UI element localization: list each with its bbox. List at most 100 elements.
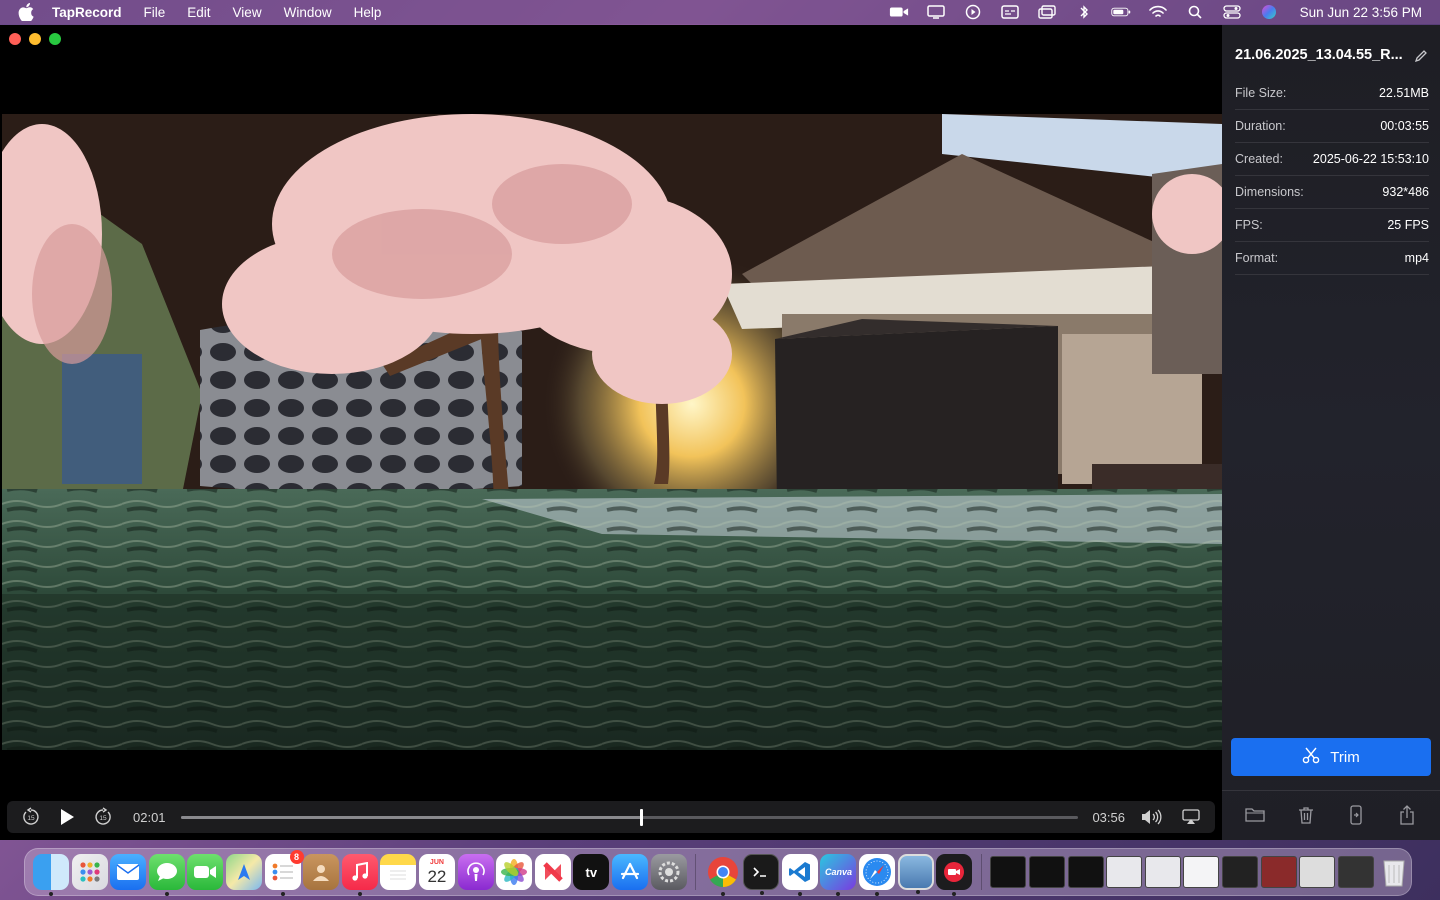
close-window-button[interactable] — [9, 33, 21, 45]
dock-separator — [980, 854, 982, 890]
taprecord-dock-icon[interactable] — [936, 854, 973, 896]
minimized-window-thumbnail[interactable] — [1183, 856, 1220, 888]
share-icon[interactable] — [1395, 803, 1419, 827]
skip-forward-15-button[interactable]: 15 — [91, 805, 115, 829]
play-button[interactable] — [55, 805, 79, 829]
panel-divider — [1222, 790, 1440, 791]
minimize-window-button[interactable] — [29, 33, 41, 45]
info-value: 00:03:55 — [1380, 119, 1429, 133]
notes-icon[interactable] — [380, 854, 417, 890]
control-center-icon[interactable] — [1222, 4, 1242, 20]
airplay-icon[interactable] — [1179, 805, 1203, 829]
app-store-icon[interactable] — [611, 854, 648, 890]
launchpad-icon[interactable] — [71, 854, 108, 890]
video-frame[interactable] — [2, 114, 1222, 750]
scissors-icon — [1302, 746, 1320, 768]
apple-tv-icon[interactable]: tv — [573, 854, 610, 890]
facetime-icon[interactable] — [187, 854, 224, 890]
photos-icon[interactable] — [496, 854, 533, 890]
news-icon[interactable] — [534, 854, 571, 890]
minimized-window-thumbnail[interactable] — [1067, 856, 1104, 888]
canva-label: Canva — [824, 867, 852, 877]
trim-button[interactable]: Trim — [1231, 738, 1431, 776]
video-frame-image — [2, 114, 1222, 750]
info-row-dimensions: Dimensions: 932*486 — [1235, 176, 1429, 209]
podcasts-icon[interactable] — [457, 854, 494, 890]
progress-fill — [181, 815, 642, 819]
reminders-icon[interactable]: 8 — [264, 850, 304, 896]
chrome-icon[interactable] — [705, 854, 741, 896]
preview-icon[interactable] — [897, 854, 934, 894]
panel-actions — [1222, 803, 1440, 827]
info-row-created: Created: 2025-06-22 15:53:10 — [1235, 143, 1429, 176]
maps-icon[interactable] — [225, 854, 262, 890]
appletv-label: tv — [585, 864, 598, 880]
minimized-window-thumbnail[interactable] — [1029, 856, 1066, 888]
fullscreen-window-button[interactable] — [49, 33, 61, 45]
current-time: 02:01 — [133, 809, 166, 825]
trash-icon[interactable] — [1294, 803, 1318, 827]
edit-name-pencil-icon[interactable] — [1412, 47, 1430, 65]
apple-menu-icon[interactable] — [18, 3, 36, 21]
reminders-badge: 8 — [289, 850, 304, 864]
progress-slider[interactable] — [181, 808, 1079, 826]
wifi-icon[interactable] — [1148, 4, 1168, 20]
messages-icon[interactable] — [148, 854, 185, 896]
menu-app-name[interactable]: TapRecord — [52, 5, 122, 20]
dock-separator — [695, 854, 697, 890]
info-row-duration: Duration: 00:03:55 — [1235, 110, 1429, 143]
phone-transfer-icon[interactable] — [1344, 803, 1368, 827]
info-label: FPS: — [1235, 218, 1263, 232]
minimized-window-thumbnail[interactable] — [1299, 856, 1336, 888]
minimized-window-thumbnail[interactable] — [1260, 856, 1297, 888]
folder-icon[interactable] — [1243, 803, 1267, 827]
info-value: 25 FPS — [1387, 218, 1429, 232]
canva-icon[interactable]: Canva — [820, 854, 857, 896]
menu-edit[interactable]: Edit — [187, 5, 210, 20]
menubar-clock[interactable]: Sun Jun 22 3:56 PM — [1300, 5, 1422, 20]
file-info-list: File Size: 22.51MB Duration: 00:03:55 Cr… — [1235, 77, 1429, 275]
menu-view[interactable]: View — [233, 5, 262, 20]
minimized-window-thumbnail[interactable] — [990, 856, 1027, 888]
system-settings-icon[interactable] — [650, 854, 687, 890]
bluetooth-icon[interactable] — [1074, 4, 1094, 20]
skip-back-15-button[interactable]: 15 — [19, 805, 43, 829]
music-icon[interactable] — [341, 854, 378, 896]
mail-icon[interactable] — [110, 854, 147, 890]
playback-controls: 15 15 02:01 03:56 — [7, 801, 1215, 833]
siri-icon[interactable] — [1259, 4, 1279, 20]
caption-icon[interactable] — [1000, 4, 1020, 20]
info-value: 2025-06-22 15:53:10 — [1312, 152, 1429, 166]
minimized-window-thumbnail[interactable] — [1106, 856, 1143, 888]
info-row-fps: FPS: 25 FPS — [1235, 209, 1429, 242]
calendar-icon[interactable]: JUN 22 — [418, 854, 455, 890]
menu-window[interactable]: Window — [284, 5, 332, 20]
info-value: 22.51MB — [1378, 86, 1429, 100]
minimized-window-thumbnail[interactable] — [1222, 856, 1258, 888]
info-row-format: Format: mp4 — [1235, 242, 1429, 275]
info-label: Format: — [1235, 251, 1279, 265]
play-circle-icon[interactable] — [963, 4, 983, 20]
total-time: 03:56 — [1092, 809, 1125, 825]
battery-icon[interactable] — [1110, 4, 1131, 20]
video-player[interactable]: 15 15 02:01 03:56 — [0, 25, 1222, 840]
vscode-icon[interactable] — [781, 854, 818, 896]
volume-icon[interactable] — [1139, 805, 1163, 829]
safari-icon[interactable] — [859, 854, 896, 896]
minimized-window-thumbnail[interactable] — [1337, 856, 1374, 888]
terminal-icon[interactable] — [743, 854, 780, 895]
spotlight-search-icon[interactable] — [1185, 4, 1205, 20]
contacts-icon[interactable] — [303, 854, 340, 890]
skip-back-seconds: 15 — [27, 815, 35, 822]
windows-icon[interactable] — [1037, 4, 1057, 20]
menu-help[interactable]: Help — [354, 5, 382, 20]
menu-file[interactable]: File — [144, 5, 166, 20]
file-name: 21.06.2025_13.04.55_R... — [1235, 47, 1403, 63]
video-camera-icon[interactable] — [889, 4, 909, 20]
minimized-window-thumbnail[interactable] — [1144, 856, 1181, 888]
trash-bin-icon[interactable] — [1376, 854, 1412, 890]
screen-mirror-icon[interactable] — [926, 4, 946, 20]
progress-knob[interactable] — [640, 808, 644, 826]
info-label: Duration: — [1235, 119, 1286, 133]
finder-icon[interactable] — [33, 854, 69, 896]
